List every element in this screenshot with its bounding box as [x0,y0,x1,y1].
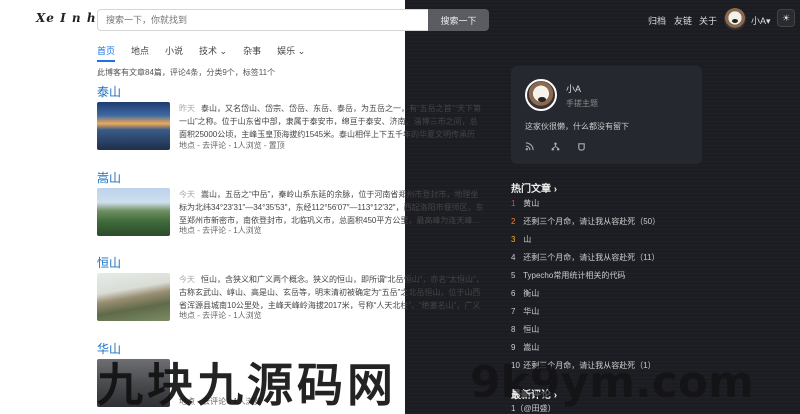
hot-item[interactable]: 7 华山 [511,306,539,317]
post-meta[interactable]: 地点 - 去评论 - 1人浏览 - 置顶 [179,140,285,151]
hot-item[interactable]: 8 恒山 [511,324,539,335]
hot-item[interactable]: 4 还剩三个月命，请让我从容赴死（11） [511,252,660,263]
user-name: 小A [751,16,767,26]
chevron-down-icon: ▾ [766,16,771,26]
watermark-text: 九块九源码网 [97,358,397,412]
search-button[interactable]: 搜索一下 [428,9,489,31]
post-excerpt: 今天 嵩山，五岳之“中岳”，秦岭山系东延的余脉，位于河南省郑州市登封市，地理坐标为… [179,188,485,227]
post-excerpt: 昨天 泰山，又名岱山、岱宗、岱岳、东岳、泰岳，为五岳之一，有“五岳之首”“天下第一… [179,102,485,141]
hot-item[interactable]: 5 Typecho常用统计相关的代码 [511,270,625,281]
user-avatar[interactable] [724,8,746,30]
post-meta[interactable]: 地点 - 去评论 - 1人浏览 [179,310,262,321]
profile-desc: 这家伙很懒，什么都没有留下 [525,122,629,131]
nav-archive[interactable]: 归档 [648,14,666,27]
search-input[interactable] [97,9,463,31]
tab-places[interactable]: 地点 [131,44,149,62]
nav-links[interactable]: 友链 [674,14,692,27]
post-excerpt-text: 嵩山，五岳之“中岳”，秦岭山系东延的余脉，位于河南省郑州市登封市，地理坐标为北纬… [179,190,484,225]
watermark-url: 9k9ym.com [470,357,754,408]
post-title[interactable]: 泰山 [97,83,121,100]
tab-tech[interactable]: 技术 ⌄ [199,44,227,62]
post-meta[interactable]: 地点 - 去评论 - 1人浏览 [179,225,262,236]
profile-avatar[interactable] [525,79,557,111]
post-title[interactable]: 恒山 [97,254,121,271]
github-icon[interactable] [577,142,586,153]
nav-about[interactable]: 关于 [699,14,717,27]
post-day: 今天 [179,275,195,284]
user-menu[interactable]: 小A▾ [751,14,771,27]
profile-name: 小A [566,84,582,94]
share-icon[interactable] [551,142,560,153]
tab-misc[interactable]: 杂事 [243,44,261,62]
post-day: 昨天 [179,104,195,113]
post-title[interactable]: 嵩山 [97,169,121,186]
post-thumbnail[interactable] [97,102,170,150]
post-excerpt-text: 泰山，又名岱山、岱宗、岱岳、东岳、泰岳，为五岳之一，有“五岳之首”“天下第一山”… [179,104,481,139]
tab-entertainment[interactable]: 娱乐 ⌄ [277,44,305,62]
tab-home[interactable]: 首页 [97,44,116,62]
tab-novels[interactable]: 小说 [165,44,183,62]
profile-card: 小A 手搓主题 这家伙很懒，什么都没有留下 [511,66,702,164]
hot-item[interactable]: 2 还剩三个月命，请让我从容赴死（50） [511,216,660,227]
post-thumbnail[interactable] [97,273,170,321]
category-tabs: 首页 地点 小说 技术 ⌄ 杂事 娱乐 ⌄ [97,44,321,62]
post-day: 今天 [179,190,195,199]
hot-item[interactable]: 9 嵩山 [511,342,539,353]
hot-item[interactable]: 1 黄山 [511,198,539,209]
blog-stats: 此博客有文章84篇，评论4条，分类9个，标签11个 [97,68,276,77]
theme-toggle-icon[interactable]: ☀ [777,9,795,27]
site-logo[interactable]: Xe I n h [36,11,97,25]
post-excerpt-text: 恒山，含狭义和广义两个概念。狭义的恒山，即所谓“北岳恒山”，亦名“太恒山”，古称… [179,275,484,310]
hot-item[interactable]: 3 山 [511,234,531,245]
post-thumbnail[interactable] [97,188,170,236]
post-excerpt: 今天 恒山，含狭义和广义两个概念。狭义的恒山，即所谓“北岳恒山”，亦名“太恒山”，… [179,273,485,312]
rss-icon[interactable] [525,142,534,153]
profile-subtitle: 手搓主题 [566,99,598,108]
hot-item[interactable]: 6 衡山 [511,288,539,299]
hot-articles-title[interactable]: 热门文章 › [511,180,557,195]
